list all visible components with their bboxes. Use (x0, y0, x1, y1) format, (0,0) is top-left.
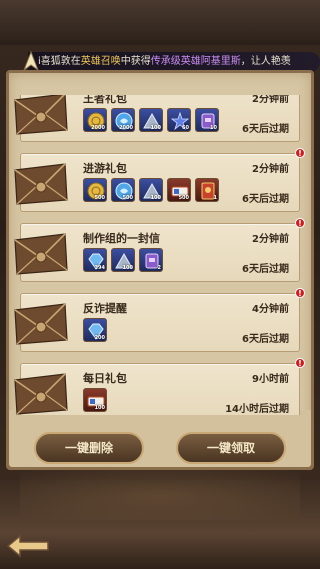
mail-time: 2分钟前 (252, 95, 289, 105)
marquee-suffix: ，让人艳羡 (240, 56, 291, 67)
mail-envelope-icon (12, 298, 71, 348)
pyramid-stone-icon[interactable]: 100 (111, 248, 135, 272)
item-quantity: 2 (157, 265, 161, 271)
summon-ticket-icon[interactable]: 100 (83, 388, 107, 412)
mail-expiry: 6天后过期 (242, 194, 289, 205)
unread-badge-icon: ! (295, 288, 305, 298)
mail-title: 每日礼包 (83, 372, 127, 385)
mail-attachments: 2000 2000 100 60 10 (83, 108, 219, 134)
marquee-rarity: 传承级英雄 (150, 56, 201, 67)
mail-time: 9小时前 (252, 374, 289, 385)
mail-item[interactable]: 反诈提醒 4分钟前 6天后过期 200! (14, 288, 305, 352)
mail-envelope-icon (12, 95, 71, 138)
item-quantity: 1 (213, 195, 217, 201)
marquee-mid: 中获得 (120, 56, 151, 67)
item-quantity: 100 (150, 195, 161, 201)
pyramid-stone-icon[interactable]: 100 (139, 178, 163, 202)
item-quantity: 500 (122, 195, 133, 201)
mail-title: 进游礼包 (83, 162, 127, 175)
item-quantity: 500 (94, 195, 105, 201)
item-quantity: 10 (210, 125, 217, 131)
spirit-orb-icon[interactable]: 2000 (111, 108, 135, 132)
unread-badge-icon: ! (295, 358, 305, 368)
mail-item[interactable]: 王者礼包 2分钟前 6天后过期 2000 2000 100 60 10 (14, 95, 300, 142)
purple-scroll-icon[interactable]: 10 (195, 108, 219, 132)
item-quantity: 2000 (91, 125, 105, 131)
star-crystal-icon[interactable]: 60 (167, 108, 191, 132)
item-quantity: 394 (94, 265, 105, 271)
pyramid-stone-icon[interactable]: 100 (139, 108, 163, 132)
mail-title: 王者礼包 (83, 95, 127, 105)
mail-expiry: 6天后过期 (242, 264, 289, 275)
mail-expiry: 6天后过期 (242, 334, 289, 345)
mail-attachments: 100 (83, 388, 107, 414)
mail-title: 制作组的一封信 (83, 232, 160, 245)
item-quantity: 60 (182, 125, 189, 131)
gold-coin-icon[interactable]: 500 (83, 178, 107, 202)
mail-item[interactable]: 每日礼包 9小时前 14小时后过期 100! (14, 358, 305, 415)
mail-envelope-icon (12, 228, 71, 278)
marquee-place: 英雄召唤 (80, 56, 121, 67)
item-quantity: 2000 (119, 125, 133, 131)
item-quantity: 100 (94, 405, 105, 411)
marquee-hero: 阿基里斯 (200, 56, 241, 67)
item-quantity: 200 (94, 335, 105, 341)
mail-envelope-icon (12, 368, 71, 415)
marquee-prefix: i喜狐敦在 (38, 56, 81, 67)
mail-attachments: 200 (83, 318, 107, 344)
claim-all-button[interactable]: 一键领取 (176, 432, 286, 464)
announcement-marquee: i喜狐敦在英雄召唤中获得传承级英雄阿基里斯，让人艳羡 (28, 52, 320, 72)
background-glow (20, 470, 300, 520)
delete-all-button[interactable]: 一键删除 (34, 432, 144, 464)
diamond-icon[interactable]: 200 (83, 318, 107, 342)
hero-card-icon[interactable]: 1 (195, 178, 219, 202)
top-bar-background (0, 0, 320, 45)
mail-time: 2分钟前 (252, 164, 289, 175)
unread-badge-icon: ! (295, 218, 305, 228)
mail-list[interactable]: 王者礼包 2分钟前 6天后过期 2000 2000 100 60 10 进游礼包 2分钟前 6天后过… (12, 95, 308, 415)
mail-title: 反诈提醒 (83, 302, 127, 315)
mail-time: 2分钟前 (252, 234, 289, 245)
mail-envelope-icon (12, 158, 71, 208)
purple-scroll-icon[interactable]: 2 (139, 248, 163, 272)
mail-attachments: 500 500 100 500 1 (83, 178, 219, 204)
item-quantity: 100 (150, 125, 161, 131)
mail-attachments: 394 100 2 (83, 248, 163, 274)
mail-item[interactable]: 进游礼包 2分钟前 6天后过期 500 500 100 500 1! (14, 148, 305, 212)
summon-ticket-icon[interactable]: 500 (167, 178, 191, 202)
mail-expiry: 6天后过期 (242, 124, 289, 135)
item-quantity: 100 (122, 265, 133, 271)
diamond-icon[interactable]: 394 (83, 248, 107, 272)
mail-item[interactable]: 制作组的一封信 2分钟前 6天后过期 394 100 2! (14, 218, 305, 282)
gold-coin-icon[interactable]: 2000 (83, 108, 107, 132)
item-quantity: 500 (178, 195, 189, 201)
mail-time: 4分钟前 (252, 304, 289, 315)
mail-expiry: 14小时后过期 (225, 404, 289, 415)
spirit-orb-icon[interactable]: 500 (111, 178, 135, 202)
back-arrow-icon[interactable] (4, 532, 52, 560)
unread-badge-icon: ! (295, 148, 305, 158)
